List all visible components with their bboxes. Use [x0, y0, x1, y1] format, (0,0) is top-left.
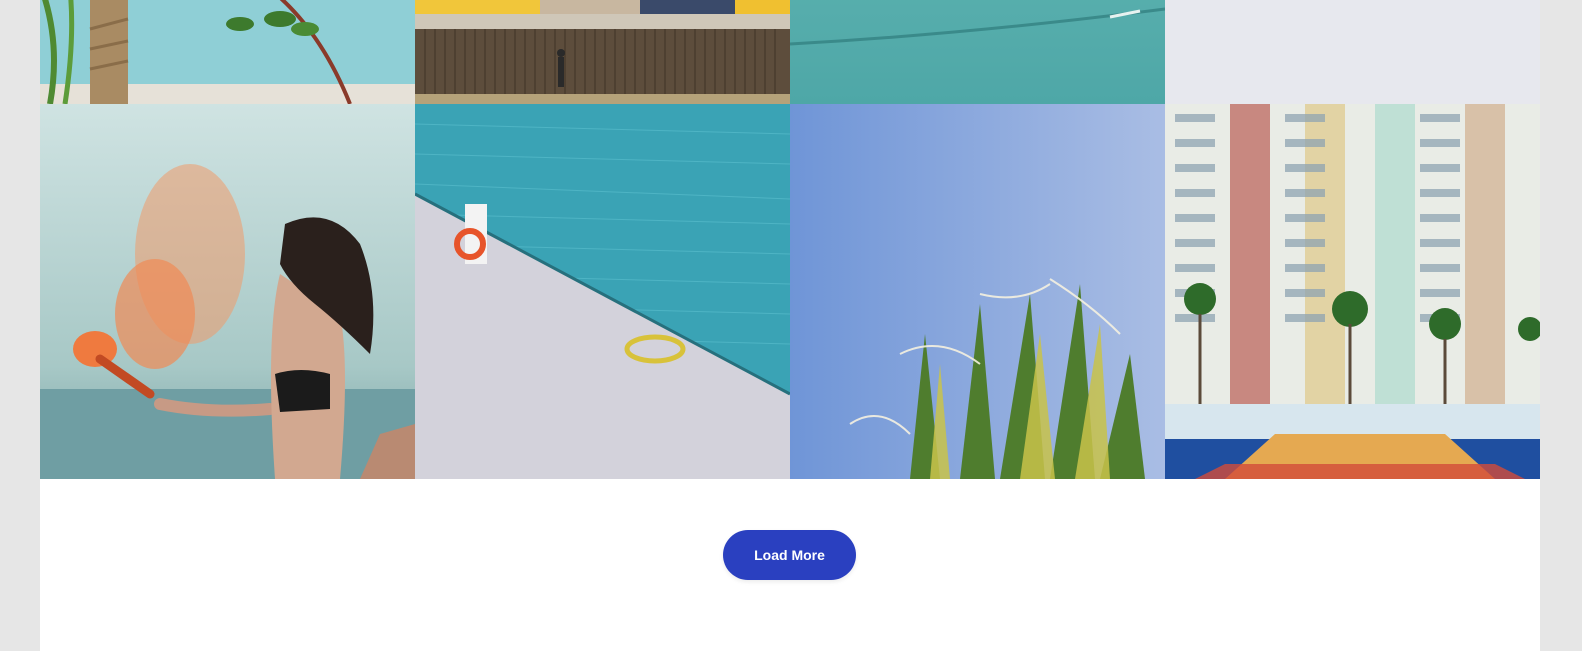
page-container: Load More — [40, 0, 1540, 651]
pale-gray-image — [1165, 0, 1540, 104]
photo-tile-palm-leaves[interactable] — [790, 104, 1165, 479]
teal-car-image — [790, 0, 1165, 104]
woman-smoke-image — [40, 104, 415, 479]
apartment-court-image — [1165, 104, 1540, 479]
photo-tile-pale-gray[interactable] — [1165, 0, 1540, 104]
photo-grid — [40, 0, 1540, 479]
photo-tile-tree-trunk[interactable] — [40, 0, 415, 104]
photo-tile-pier[interactable] — [415, 104, 790, 479]
palm-leaves-image — [790, 104, 1165, 479]
photo-tile-teal-car[interactable] — [790, 0, 1165, 104]
pier-image — [415, 104, 790, 479]
photo-tile-houses-fence[interactable] — [415, 0, 790, 104]
load-more-button[interactable]: Load More — [723, 530, 856, 580]
photo-tile-apartment-court[interactable] — [1165, 104, 1540, 479]
houses-fence-image — [415, 0, 790, 104]
photo-tile-woman-smoke[interactable] — [40, 104, 415, 479]
tree-trunk-image — [40, 0, 415, 104]
